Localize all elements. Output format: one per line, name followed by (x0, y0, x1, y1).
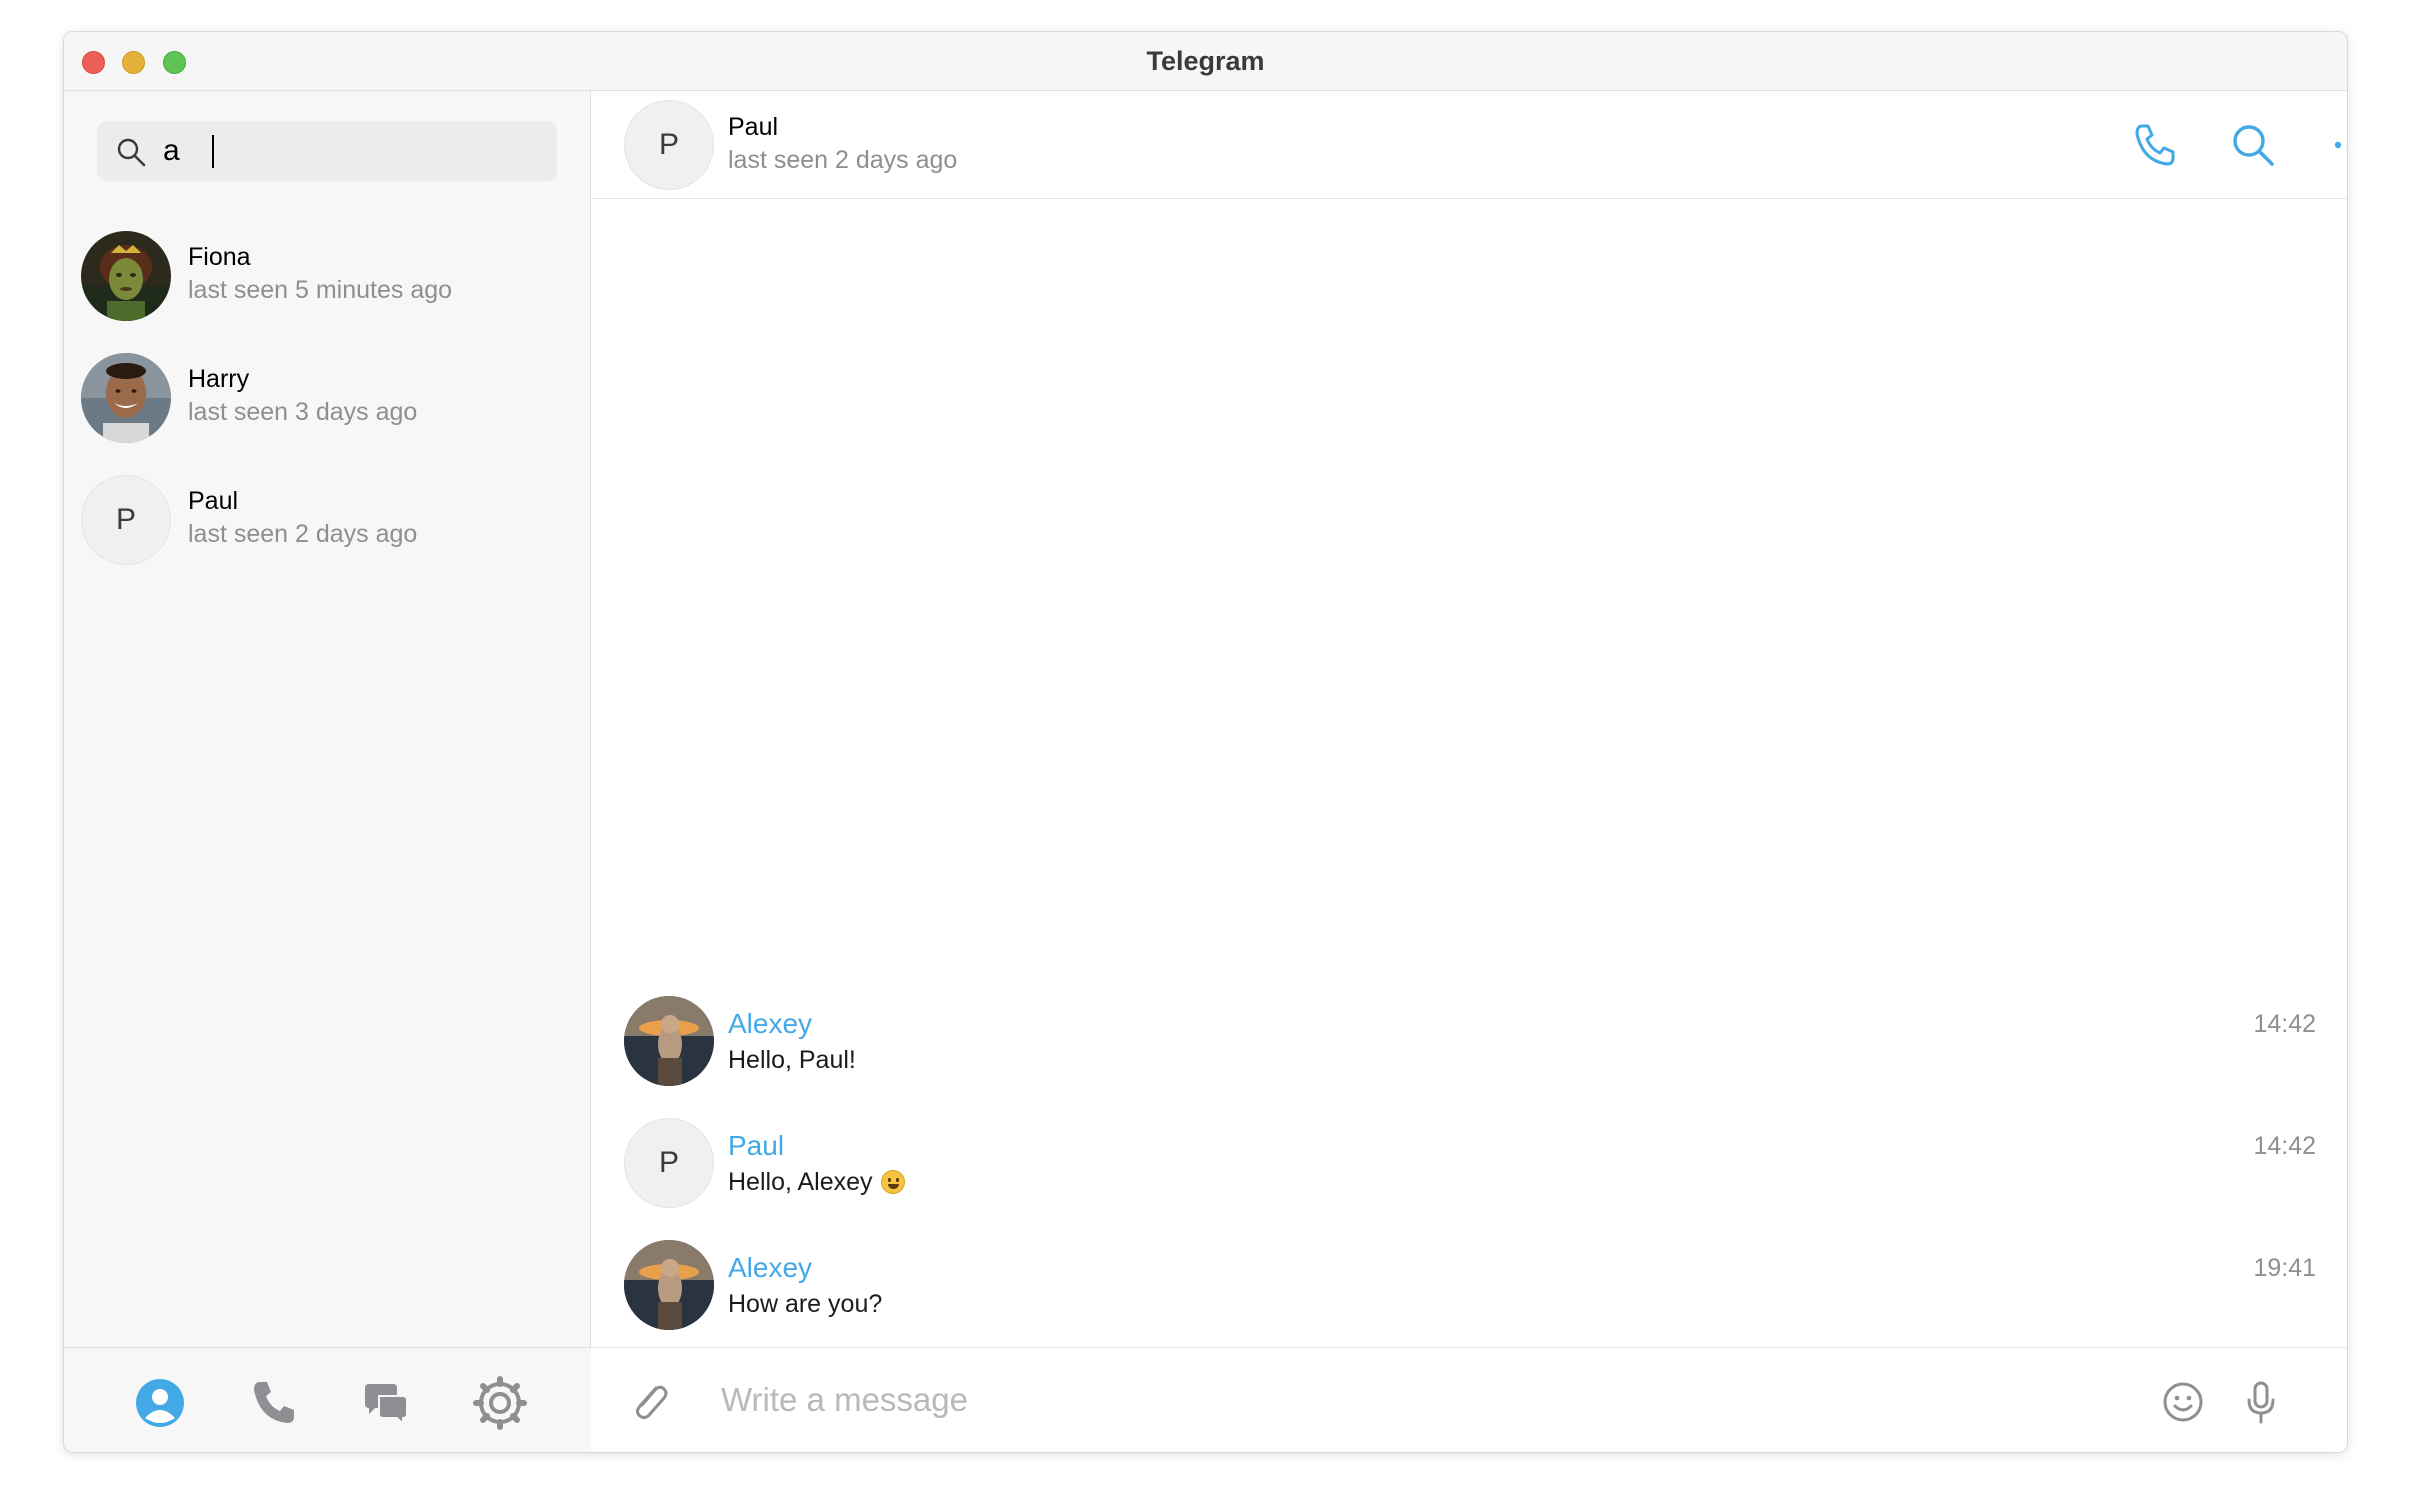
chat-status: last seen 2 days ago (728, 146, 958, 174)
settings-icon[interactable] (473, 1376, 527, 1430)
harry-photo (81, 353, 171, 443)
message-text: Hello, Alexey (728, 1168, 905, 1197)
search-icon (117, 138, 146, 167)
contact-item-fiona[interactable]: Fiona last seen 5 minutes ago (64, 231, 591, 341)
message-sender[interactable]: Alexey (728, 1252, 812, 1284)
window-title: Telegram (1146, 46, 1265, 76)
telegram-window: Telegram a Fiona last seen 5 minutes ago… (63, 31, 2348, 1453)
attach-icon[interactable] (626, 1378, 674, 1426)
avatar: P (624, 1118, 714, 1208)
phone-icon[interactable] (2131, 121, 2179, 169)
chat-panel: P Paul last seen 2 days ago Alexey Hello… (591, 91, 2348, 1452)
message-input[interactable] (721, 1370, 2121, 1430)
bottom-navigation (64, 1347, 591, 1452)
search-input[interactable] (163, 121, 543, 181)
search-box[interactable] (97, 121, 557, 181)
contact-item-paul[interactable]: P Paul last seen 2 days ago (64, 475, 591, 585)
avatar: P (81, 475, 171, 565)
contact-name: Fiona (188, 243, 251, 271)
fiona-photo (81, 231, 171, 321)
alexey-photo (624, 996, 714, 1086)
message-text: Hello, Paul! (728, 1046, 856, 1074)
contact-status: last seen 2 days ago (188, 520, 418, 548)
contacts-icon[interactable] (133, 1376, 187, 1430)
contact-item-harry[interactable]: Harry last seen 3 days ago (64, 353, 591, 463)
contact-name: Paul (188, 487, 239, 515)
message-sender[interactable]: Alexey (728, 1008, 812, 1040)
message-time: 14:42 (2253, 1132, 2316, 1160)
chats-icon[interactable] (359, 1376, 413, 1430)
avatar (624, 1240, 714, 1330)
message-text-content: Hello, Alexey (728, 1168, 873, 1196)
microphone-icon[interactable] (2237, 1378, 2285, 1426)
contact-name: Harry (188, 365, 250, 393)
message-time: 14:42 (2253, 1010, 2316, 1038)
text-caret (212, 135, 214, 168)
alexey-photo (624, 1240, 714, 1330)
message-composer (591, 1347, 2347, 1452)
chat-header: P Paul last seen 2 days ago (591, 91, 2348, 199)
phone-icon[interactable] (246, 1376, 300, 1430)
more-icon[interactable] (2326, 121, 2348, 169)
avatar[interactable]: P (624, 100, 714, 190)
grinning-face-emoji-icon (880, 1170, 905, 1194)
emoji-icon[interactable] (2159, 1378, 2207, 1426)
message-item[interactable]: Alexey Hello, Paul! 14:42 (591, 996, 2347, 1092)
message-time: 19:41 (2253, 1254, 2316, 1282)
contact-status: last seen 3 days ago (188, 398, 418, 426)
contact-status: last seen 5 minutes ago (188, 276, 453, 304)
avatar (624, 996, 714, 1086)
contacts-sidebar: Fiona last seen 5 minutes ago Harry last… (64, 91, 591, 1452)
message-item[interactable]: P Paul Hello, Alexey 14:42 (591, 1118, 2347, 1214)
avatar (81, 231, 171, 321)
message-item[interactable]: Alexey How are you? 19:41 (591, 1240, 2347, 1336)
title-bar: Telegram (64, 32, 2347, 91)
message-text: How are you? (728, 1290, 883, 1318)
message-sender[interactable]: Paul (728, 1130, 784, 1162)
search-icon[interactable] (2229, 121, 2277, 169)
chat-title: Paul (728, 113, 779, 141)
avatar (81, 353, 171, 443)
